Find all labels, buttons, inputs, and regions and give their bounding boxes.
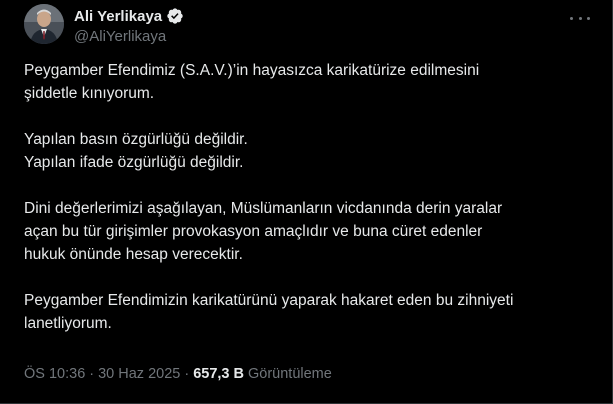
tweet-line: şiddetle kınıyorum. xyxy=(24,85,155,102)
tweet-paragraph: Dini değerlerimizi aşağılayan, Müslümanl… xyxy=(24,197,584,266)
tweet-line: hukuk önünde hesap verecektir. xyxy=(24,246,243,263)
more-dot xyxy=(587,16,590,20)
tweet-line: Dini değerlerimizi aşağılayan, Müslümanl… xyxy=(24,200,503,217)
views-label: Görüntüleme xyxy=(247,366,332,382)
avatar-image xyxy=(24,4,64,44)
tweet-line: Peygamber Efendimiz (S.A.V.)’in hayasızc… xyxy=(24,62,480,79)
tweet-date[interactable]: 30 Haz 2025 xyxy=(98,366,180,382)
tweet-meta: ÖS 10:36 · 30 Haz 2025 · 657,3 B Görüntü… xyxy=(24,366,332,382)
tweet-line: Yapılan ifade özgürlüğü değildir. xyxy=(24,154,244,171)
author-display-name[interactable]: Ali Yerlikaya xyxy=(74,8,162,25)
tweet-line: lanetliyorum. xyxy=(24,315,112,332)
more-dot xyxy=(570,16,573,20)
tweet-line: açan bu tür girişimler provokasyon amaçl… xyxy=(24,223,483,240)
tweet-header: Ali Yerlikaya @AliYerlikaya xyxy=(24,4,184,48)
tweet-paragraph: Peygamber Efendimizin karikatürünü yapar… xyxy=(24,289,584,335)
more-dot xyxy=(578,16,582,20)
tweet-text: Peygamber Efendimiz (S.A.V.)’in hayasızc… xyxy=(24,59,584,335)
avatar[interactable] xyxy=(24,4,64,44)
meta-separator: · xyxy=(184,366,190,382)
tweet-paragraph: Yapılan basın özgürlüğü değildir. Yapıla… xyxy=(24,128,584,174)
tweet-line: Peygamber Efendimizin karikatürünü yapar… xyxy=(24,292,514,309)
tweet-paragraph: Peygamber Efendimiz (S.A.V.)’in hayasızc… xyxy=(24,59,584,105)
views-count: 657,3 B xyxy=(193,366,244,382)
author-handle[interactable]: @AliYerlikaya xyxy=(74,28,184,45)
meta-separator: · xyxy=(89,366,95,382)
tweet-card: Ali Yerlikaya @AliYerlikaya Peygamber Ef… xyxy=(0,0,613,404)
name-row: Ali Yerlikaya xyxy=(74,6,184,26)
tweet-time[interactable]: ÖS 10:36 xyxy=(24,366,85,382)
author-names: Ali Yerlikaya @AliYerlikaya xyxy=(74,6,184,45)
more-options-icon[interactable] xyxy=(570,8,590,28)
tweet-line: Yapılan basın özgürlüğü değildir. xyxy=(24,131,248,148)
verified-badge-icon[interactable] xyxy=(166,7,184,25)
